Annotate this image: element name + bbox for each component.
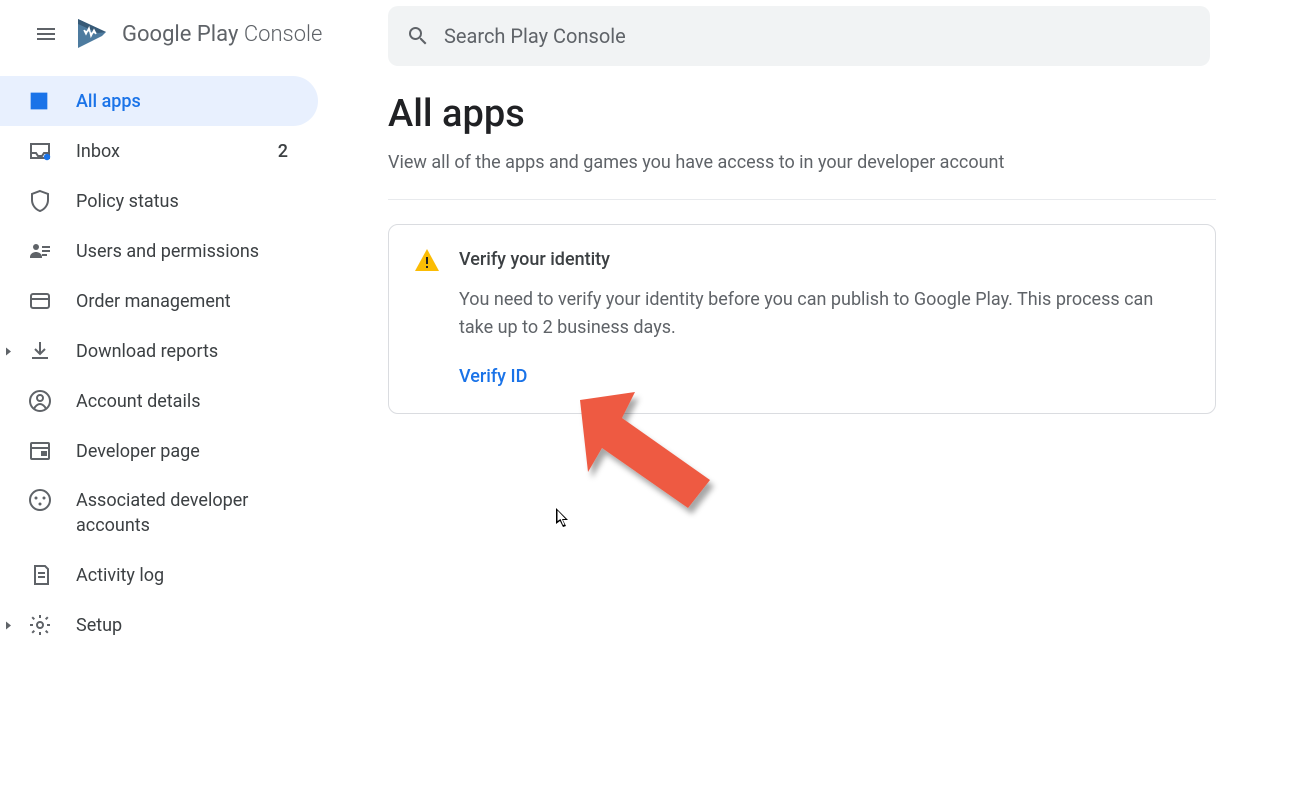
sidebar-item-label: All apps [76,91,300,112]
cursor-pointer [556,508,574,528]
menu-button[interactable] [22,10,70,58]
search-icon [406,24,430,48]
shield-icon [28,189,52,213]
sidebar-item-label: Inbox [76,141,278,162]
sidebar-item-label: Associated developer accounts [76,488,300,538]
download-icon [28,339,52,363]
webpage-icon [28,439,52,463]
page-subtitle: View all of the apps and games you have … [388,152,1216,200]
page-title: All apps [388,92,1216,136]
sidebar-item-developer-page[interactable]: Developer page [0,426,318,476]
expand-icon [4,341,14,362]
sidebar-item-label: Download reports [76,341,300,362]
expand-icon [4,615,14,636]
card-text: You need to verify your identity before … [459,286,1189,342]
sidebar-item-label: Setup [76,615,300,636]
apps-icon [28,90,50,112]
sidebar-item-label: Order management [76,291,300,312]
main-content: All apps View all of the apps and games … [388,92,1216,414]
warning-icon [415,249,439,387]
gear-icon [28,613,52,637]
sidebar-item-setup[interactable]: Setup [0,600,318,650]
sidebar-item-label: Policy status [76,191,300,212]
search-bar[interactable] [388,6,1210,66]
product-logo[interactable]: Google Play Console [76,16,322,52]
sidebar-item-download-reports[interactable]: Download reports [0,326,318,376]
sidebar-item-account-details[interactable]: Account details [0,376,318,426]
users-icon [28,239,52,263]
inbox-badge: 2 [278,141,288,162]
hamburger-icon [34,22,58,46]
sidebar-item-users-permissions[interactable]: Users and permissions [0,226,318,276]
play-console-icon [76,16,110,52]
brand-text: Google Play Console [122,22,322,47]
sidebar: All apps Inbox 2 Policy status Users and… [0,76,318,650]
sidebar-item-order-management[interactable]: Order management [0,276,318,326]
verify-id-link[interactable]: Verify ID [459,366,527,387]
sidebar-item-activity-log[interactable]: Activity log [0,550,318,600]
card-icon [28,289,52,313]
account-icon [28,389,52,413]
associated-icon [28,488,52,512]
sidebar-item-label: Users and permissions [76,241,300,262]
search-input[interactable] [444,24,1192,48]
sidebar-item-inbox[interactable]: Inbox 2 [0,126,318,176]
sidebar-item-associated-accounts[interactable]: Associated developer accounts [0,476,318,550]
sidebar-item-label: Activity log [76,565,300,586]
sidebar-item-label: Account details [76,391,300,412]
card-title: Verify your identity [459,249,1189,270]
verify-identity-card: Verify your identity You need to verify … [388,224,1216,414]
sidebar-item-label: Developer page [76,441,300,462]
sidebar-item-all-apps[interactable]: All apps [0,76,318,126]
inbox-icon [28,139,52,163]
sidebar-item-policy-status[interactable]: Policy status [0,176,318,226]
log-icon [28,563,52,587]
